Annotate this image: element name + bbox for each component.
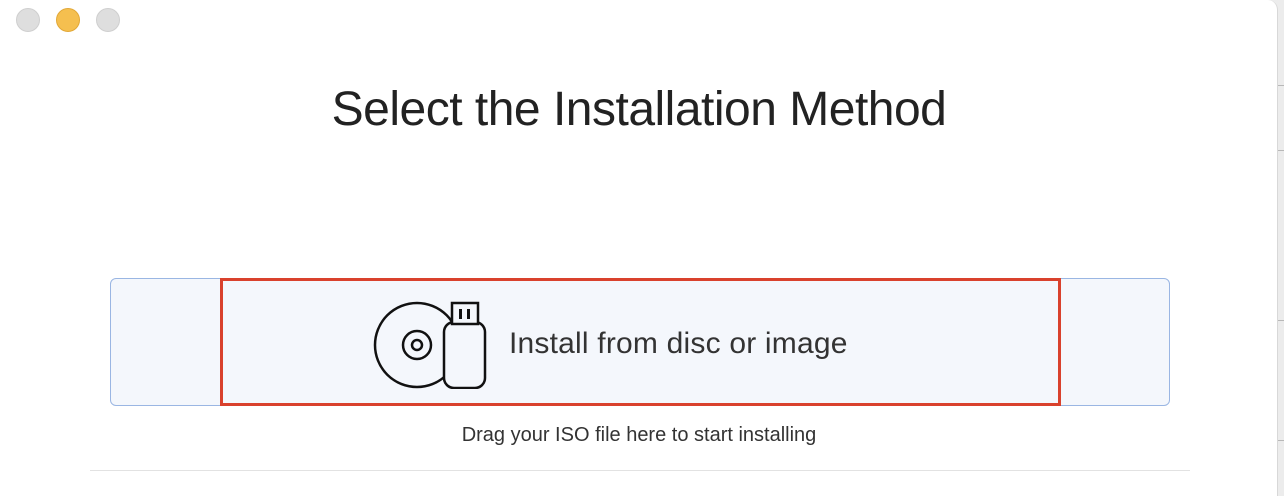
disc-usb-icon bbox=[373, 301, 487, 389]
install-option-label: Install from disc or image bbox=[509, 327, 848, 360]
zoom-button[interactable] bbox=[96, 8, 120, 32]
install-from-disc-option[interactable]: Install from disc or image bbox=[220, 278, 1061, 406]
minimize-button[interactable] bbox=[56, 8, 80, 32]
close-button[interactable] bbox=[16, 8, 40, 32]
edge-marker bbox=[1278, 440, 1284, 441]
edge-marker bbox=[1278, 150, 1284, 151]
edge-marker bbox=[1278, 320, 1284, 321]
window-controls bbox=[16, 8, 120, 32]
drop-hint-text: Drag your ISO file here to start install… bbox=[461, 424, 817, 446]
divider bbox=[90, 470, 1190, 471]
edge-marker bbox=[1278, 85, 1284, 86]
installer-window: Select the Installation Method Install f… bbox=[0, 0, 1278, 496]
page-title: Select the Installation Method bbox=[331, 83, 947, 136]
